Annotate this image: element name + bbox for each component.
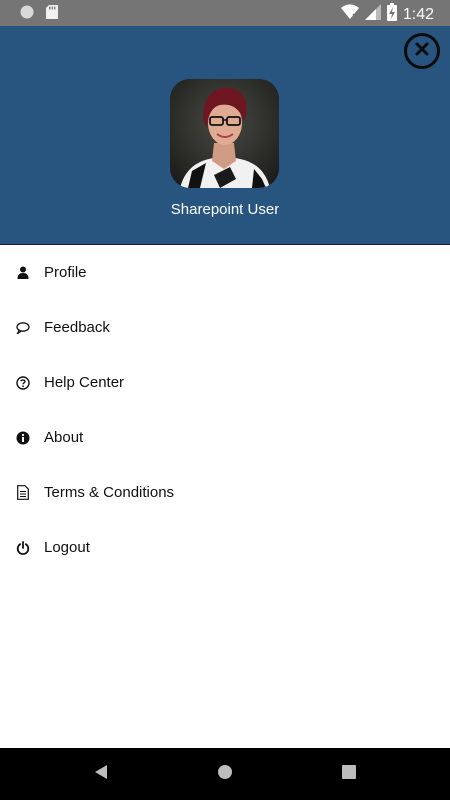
status-left bbox=[20, 5, 58, 24]
back-icon bbox=[94, 764, 108, 785]
menu-item-feedback[interactable]: Feedback bbox=[0, 300, 450, 355]
menu-item-label: About bbox=[44, 429, 84, 446]
home-button[interactable] bbox=[215, 764, 235, 784]
status-time: 1:42 bbox=[402, 5, 434, 23]
menu-item-label: Terms & Conditions bbox=[44, 484, 175, 501]
navigation-bar bbox=[0, 748, 450, 800]
avatar[interactable] bbox=[170, 79, 279, 188]
menu-item-label: Logout bbox=[44, 539, 90, 556]
circle-icon bbox=[20, 5, 34, 24]
close-button[interactable] bbox=[404, 33, 440, 69]
menu-item-help-center[interactable]: Help Center bbox=[0, 355, 450, 410]
battery-charging-icon bbox=[386, 3, 397, 26]
status-right: 1:42 bbox=[340, 3, 434, 26]
user-icon bbox=[16, 266, 30, 280]
help-circle-icon bbox=[16, 375, 30, 390]
document-icon bbox=[16, 485, 30, 500]
signal-icon bbox=[364, 4, 381, 25]
wifi-icon bbox=[340, 4, 359, 25]
menu-item-label: Help Center bbox=[44, 374, 125, 391]
home-icon bbox=[217, 764, 233, 785]
comment-icon bbox=[16, 321, 30, 335]
drawer-menu: Profile Feedback Help Center About Terms… bbox=[0, 245, 450, 575]
info-circle-icon bbox=[16, 431, 30, 445]
menu-item-logout[interactable]: Logout bbox=[0, 520, 450, 575]
menu-item-label: Profile bbox=[44, 264, 87, 281]
recents-button[interactable] bbox=[339, 764, 359, 784]
user-name: Sharepoint User bbox=[170, 201, 280, 218]
menu-item-terms[interactable]: Terms & Conditions bbox=[0, 465, 450, 520]
back-button[interactable] bbox=[91, 764, 111, 784]
status-bar: 1:42 bbox=[0, 0, 450, 26]
power-icon bbox=[16, 540, 30, 555]
close-icon bbox=[414, 41, 430, 62]
menu-item-profile[interactable]: Profile bbox=[0, 245, 450, 300]
recents-icon bbox=[342, 764, 356, 784]
sd-card-icon bbox=[46, 5, 58, 24]
menu-item-about[interactable]: About bbox=[0, 410, 450, 465]
menu-item-label: Feedback bbox=[44, 319, 110, 336]
avatar-photo bbox=[170, 79, 279, 188]
